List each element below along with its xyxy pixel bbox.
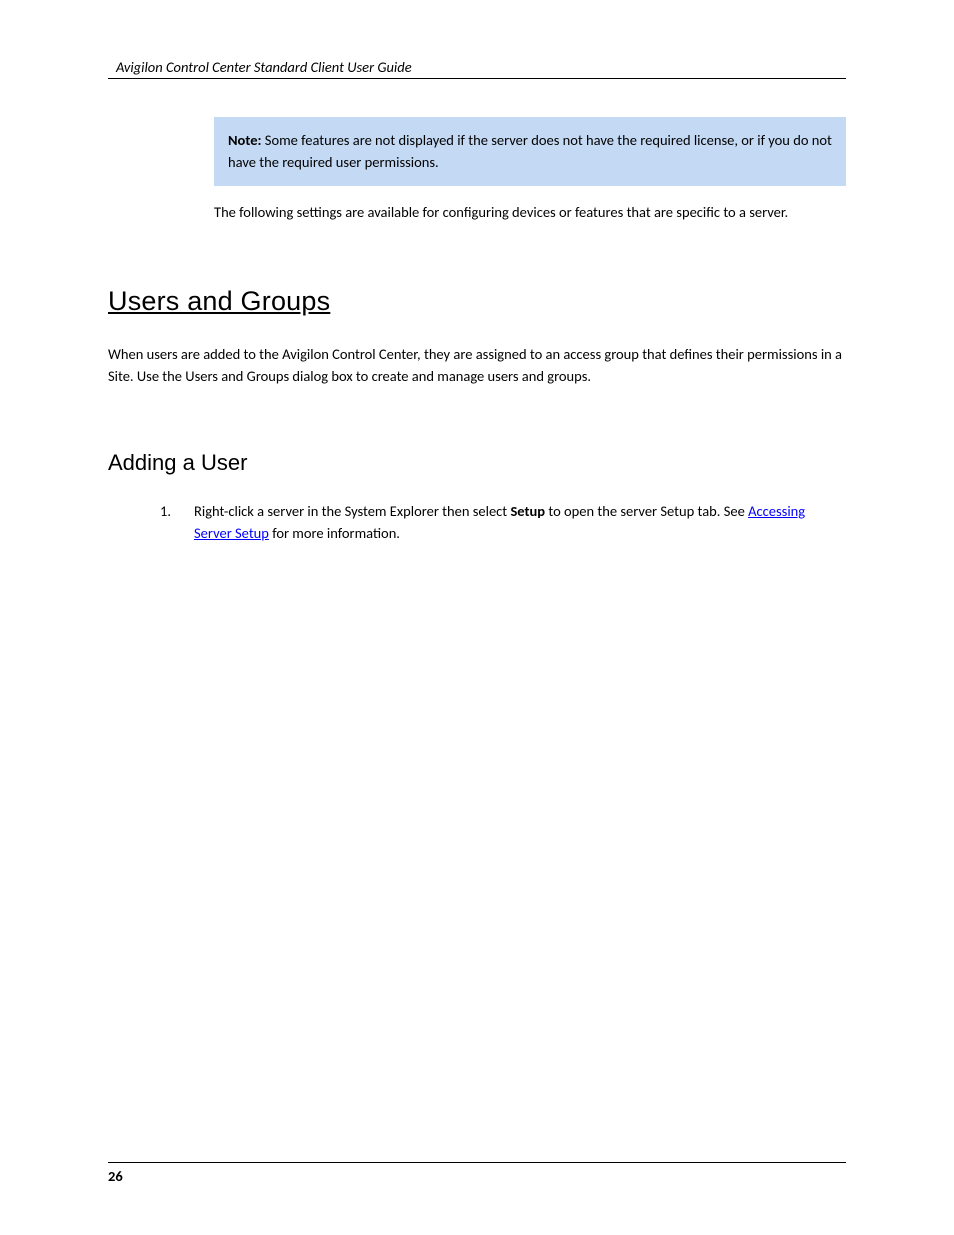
subsection-heading: Adding a User (108, 450, 846, 476)
section-description: When users are added to the Avigilon Con… (108, 343, 846, 388)
page-content: Note: Some features are not displayed if… (108, 79, 846, 1162)
step-list: Right-click a server in the System Explo… (144, 500, 846, 545)
page-header: Avigilon Control Center Standard Client … (108, 58, 846, 79)
document-page: Avigilon Control Center Standard Client … (0, 0, 954, 1235)
step-text-bold: Setup (510, 502, 545, 520)
intro-paragraph: The following settings are available for… (214, 202, 846, 224)
note-label: Note: (228, 131, 262, 149)
note-callout: Note: Some features are not displayed if… (214, 117, 846, 186)
header-title: Avigilon Control Center Standard Client … (108, 58, 846, 76)
page-footer: 26 (108, 1162, 846, 1185)
page-number: 26 (108, 1167, 123, 1185)
step-text-pre: Right-click a server in the System Explo… (194, 502, 510, 520)
step-text-post: to open the server Setup tab. See (545, 502, 748, 520)
note-text: Some features are not displayed if the s… (228, 131, 832, 171)
list-item: Right-click a server in the System Explo… (144, 500, 846, 545)
step-text-post2: for more information. (269, 524, 400, 542)
section-heading: Users and Groups (108, 286, 846, 317)
